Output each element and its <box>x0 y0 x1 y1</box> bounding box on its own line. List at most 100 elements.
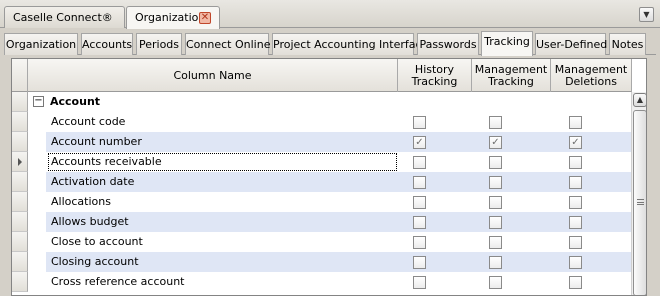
column-header-history-tracking[interactable]: History Tracking <box>398 59 472 92</box>
deletions-checkbox[interactable] <box>569 176 582 189</box>
document-tab-organization[interactable]: Organization ✕ <box>126 6 220 29</box>
row-selector[interactable] <box>12 132 28 152</box>
column-header-management-deletions[interactable]: Management Deletions <box>551 59 632 92</box>
row-selector[interactable] <box>12 192 28 212</box>
management-checkbox[interactable] <box>489 256 502 269</box>
scroll-thumb[interactable] <box>633 110 646 295</box>
history-checkbox[interactable] <box>413 156 426 169</box>
group-label: Account <box>50 95 101 108</box>
deletions-checkbox[interactable] <box>569 276 582 289</box>
history-checkbox[interactable] <box>413 176 426 189</box>
tab-label: User-Defined <box>536 38 608 51</box>
tab-organization[interactable]: Organization <box>4 33 78 55</box>
column-name-cell[interactable]: Closing account <box>50 252 139 272</box>
column-name-cell[interactable]: Accounts receivable <box>48 153 397 171</box>
close-icon[interactable]: ✕ <box>199 12 211 24</box>
management-checkbox[interactable] <box>489 116 502 129</box>
table-row[interactable]: Close to account <box>46 232 632 252</box>
row-indent <box>28 112 46 132</box>
history-checkbox[interactable] <box>413 256 426 269</box>
column-name-cell[interactable]: Allows budget <box>50 212 129 232</box>
column-name-cell[interactable]: Close to account <box>50 232 143 252</box>
management-checkbox[interactable] <box>489 236 502 249</box>
deletions-checkbox[interactable] <box>569 196 582 209</box>
row-selector[interactable] <box>12 252 28 272</box>
scroll-up-icon[interactable]: ▲ <box>633 93 646 107</box>
table-row[interactable]: Closing account <box>46 252 632 272</box>
tab-label: Passwords <box>419 38 477 51</box>
column-header-management-tracking[interactable]: Management Tracking <box>472 59 551 92</box>
grip-icon <box>637 199 644 205</box>
history-checkbox[interactable]: ✓ <box>413 136 426 149</box>
management-checkbox[interactable] <box>489 216 502 229</box>
history-checkbox[interactable] <box>413 116 426 129</box>
tab-accounts[interactable]: Accounts <box>81 33 133 55</box>
settings-tab-strip: Organization Accounts Periods Connect On… <box>4 31 656 56</box>
row-indent <box>28 172 46 192</box>
tab-project-accounting-interface[interactable]: Project Accounting Interface <box>272 33 428 55</box>
row-selector[interactable] <box>12 212 28 232</box>
row-selector[interactable] <box>12 92 28 112</box>
column-header-label: Management Tracking <box>474 62 548 88</box>
table-row[interactable]: Accounts receivable <box>46 152 632 172</box>
history-checkbox[interactable] <box>413 196 426 209</box>
row-selector[interactable] <box>12 112 28 132</box>
column-name-cell[interactable]: Account code <box>50 112 125 132</box>
document-tab-strip: Caselle Connect® Organization ✕ ▼ <box>0 0 660 29</box>
row-selector[interactable] <box>12 152 28 172</box>
deletions-checkbox[interactable] <box>569 156 582 169</box>
document-tab-label: Caselle Connect® <box>13 11 113 24</box>
tab-label: Periods <box>138 38 180 51</box>
history-checkbox[interactable] <box>413 216 426 229</box>
tab-tracking[interactable]: Tracking <box>481 31 533 56</box>
column-name-cell[interactable]: Activation date <box>50 172 134 192</box>
tab-label: Accounts <box>82 38 133 51</box>
document-tab-caselle-connect[interactable]: Caselle Connect® <box>4 6 125 28</box>
management-checkbox[interactable] <box>489 176 502 189</box>
table-row[interactable]: Cross reference account <box>46 272 632 292</box>
row-indent <box>28 212 46 232</box>
table-row[interactable]: Account number ✓ ✓ ✓ <box>46 132 632 152</box>
column-header-label: Column Name <box>173 68 252 82</box>
history-checkbox[interactable] <box>413 236 426 249</box>
row-selector[interactable] <box>12 232 28 252</box>
column-name-cell[interactable]: Account number <box>50 132 142 152</box>
tab-periods[interactable]: Periods <box>136 33 182 55</box>
management-checkbox[interactable] <box>489 196 502 209</box>
tab-label: Organization <box>5 38 77 51</box>
management-checkbox[interactable] <box>489 156 502 169</box>
tab-label: Project Accounting Interface <box>273 38 429 51</box>
collapse-icon[interactable]: − <box>33 96 44 107</box>
grid-header: Column Name History Tracking Management … <box>12 59 632 92</box>
column-name-cell[interactable]: Allocations <box>50 192 111 212</box>
tab-passwords[interactable]: Passwords <box>417 33 479 55</box>
deletions-checkbox[interactable] <box>569 236 582 249</box>
tab-user-defined[interactable]: User-Defined <box>535 33 608 55</box>
document-tab-label: Organization <box>135 11 206 24</box>
deletions-checkbox[interactable] <box>569 116 582 129</box>
table-row[interactable]: Allows budget <box>46 212 632 232</box>
tab-connect-online[interactable]: Connect Online <box>185 33 271 55</box>
deletions-checkbox[interactable]: ✓ <box>569 136 582 149</box>
table-row[interactable]: Activation date <box>46 172 632 192</box>
deletions-checkbox[interactable] <box>569 216 582 229</box>
tab-label: Connect Online <box>186 38 271 51</box>
management-checkbox[interactable]: ✓ <box>489 136 502 149</box>
row-selector[interactable] <box>12 172 28 192</box>
row-selector[interactable] <box>12 272 28 292</box>
chevron-down-icon[interactable]: ▼ <box>639 7 654 22</box>
table-row[interactable]: Allocations <box>46 192 632 212</box>
deletions-checkbox[interactable] <box>569 256 582 269</box>
group-row-account[interactable]: − Account <box>28 92 632 112</box>
management-checkbox[interactable] <box>489 276 502 289</box>
table-row[interactable]: Account code <box>46 112 632 132</box>
history-checkbox[interactable] <box>413 276 426 289</box>
column-header-name[interactable]: Column Name <box>28 59 398 92</box>
column-header-label: Management Deletions <box>554 62 628 88</box>
tab-notes[interactable]: Notes <box>609 33 646 55</box>
header-corner <box>12 59 28 92</box>
vertical-scrollbar[interactable]: ▲ <box>631 92 646 295</box>
column-name-cell[interactable]: Cross reference account <box>50 272 185 292</box>
column-header-label: History Tracking <box>411 62 458 88</box>
row-indent <box>28 252 46 272</box>
